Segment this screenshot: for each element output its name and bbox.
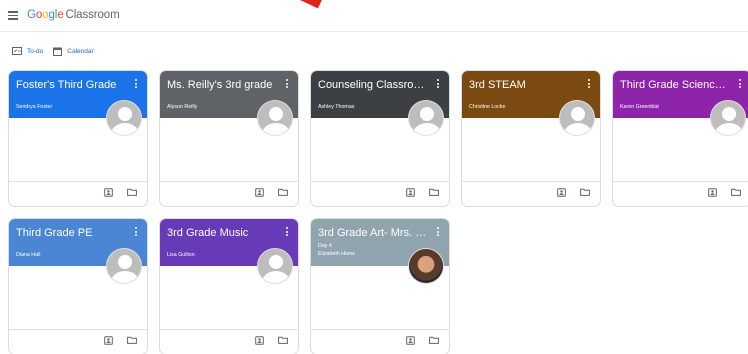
todo-link[interactable]: To-do <box>12 47 43 55</box>
class-card-title[interactable]: 3rd STEAM <box>469 79 579 91</box>
class-card-title[interactable]: Third Grade Science ... <box>620 79 730 91</box>
your-work-icon[interactable] <box>255 336 264 345</box>
teacher-avatar <box>257 248 293 284</box>
google-classroom-logo[interactable]: Google Classroom <box>27 9 120 21</box>
more-options-icon[interactable] <box>437 227 440 237</box>
folder-icon[interactable] <box>278 336 288 344</box>
card-actions <box>406 336 439 345</box>
folder-icon[interactable] <box>127 188 137 196</box>
more-options-icon[interactable] <box>286 227 289 237</box>
teacher-avatar <box>106 248 142 284</box>
class-card[interactable]: 3rd STEAM Christine Locke <box>461 70 601 207</box>
calendar-icon <box>53 47 63 56</box>
folder-icon[interactable] <box>127 336 137 344</box>
todo-label: To-do <box>27 47 44 55</box>
card-actions <box>557 188 590 197</box>
card-divider <box>311 181 449 182</box>
class-card-teacher: Elizabeth Hians <box>318 251 355 257</box>
your-work-icon[interactable] <box>104 336 113 345</box>
red-arrow-annotation <box>300 0 332 14</box>
more-options-icon[interactable] <box>739 79 742 89</box>
class-card[interactable]: Foster's Third Grade Seridrya Foster <box>8 70 148 207</box>
class-card[interactable]: Third Grade PE Diana Hall <box>8 218 148 354</box>
teacher-avatar <box>408 248 444 284</box>
teacher-avatar <box>257 100 293 136</box>
class-card[interactable]: Counseling Classroo... Ashley Thomas <box>310 70 450 207</box>
card-actions <box>406 188 439 197</box>
teacher-avatar <box>408 100 444 136</box>
calendar-link[interactable]: Calendar <box>53 47 94 56</box>
your-work-icon[interactable] <box>104 188 113 197</box>
your-work-icon[interactable] <box>406 188 415 197</box>
class-card[interactable]: 3rd Grade Music Lisa Gullion <box>159 218 299 354</box>
class-card-title[interactable]: Ms. Reilly's 3rd grade <box>167 79 277 91</box>
card-divider <box>311 329 449 330</box>
card-actions <box>104 188 137 197</box>
folder-icon[interactable] <box>580 188 590 196</box>
card-actions <box>255 188 288 197</box>
class-card-title[interactable]: Third Grade PE <box>16 227 126 239</box>
folder-icon[interactable] <box>429 336 439 344</box>
teacher-avatar <box>710 100 746 136</box>
card-actions <box>708 188 741 197</box>
card-divider <box>9 329 147 330</box>
card-actions <box>104 336 137 345</box>
main-menu-icon[interactable] <box>8 11 18 20</box>
teacher-avatar <box>559 100 595 136</box>
class-card-teacher: Alyson Reilly <box>167 104 198 110</box>
your-work-icon[interactable] <box>557 188 566 197</box>
your-work-icon[interactable] <box>708 188 717 197</box>
card-actions <box>255 336 288 345</box>
class-card-title[interactable]: 3rd Grade Music <box>167 227 277 239</box>
class-card-teacher: Diana Hall <box>16 252 41 258</box>
class-card-teacher: Karen Greenblat <box>620 104 659 110</box>
class-card-title[interactable]: Foster's Third Grade <box>16 79 126 91</box>
your-work-icon[interactable] <box>406 336 415 345</box>
class-card[interactable]: Ms. Reilly's 3rd grade Alyson Reilly <box>159 70 299 207</box>
card-divider <box>462 181 600 182</box>
more-options-icon[interactable] <box>588 79 591 89</box>
class-card[interactable]: 3rd Grade Art- Mrs. F... Day 4 Elizabeth… <box>310 218 450 354</box>
your-work-icon[interactable] <box>255 188 264 197</box>
class-card-title[interactable]: 3rd Grade Art- Mrs. F... <box>318 227 428 239</box>
class-card-teacher: Ashley Thomas <box>318 104 355 110</box>
top-app-bar: Google Classroom <box>0 0 748 32</box>
card-divider <box>160 329 298 330</box>
class-card-title[interactable]: Counseling Classroo... <box>318 79 428 91</box>
sub-navigation: To-do Calendar <box>12 45 94 57</box>
more-options-icon[interactable] <box>135 79 138 89</box>
more-options-icon[interactable] <box>437 79 440 89</box>
class-card[interactable]: Third Grade Science ... Karen Greenblat <box>612 70 748 207</box>
folder-icon[interactable] <box>731 188 741 196</box>
calendar-label: Calendar <box>67 47 94 55</box>
class-card-subtitle: Day 4 <box>318 243 332 249</box>
folder-icon[interactable] <box>429 188 439 196</box>
more-options-icon[interactable] <box>286 79 289 89</box>
card-divider <box>9 181 147 182</box>
folder-icon[interactable] <box>278 188 288 196</box>
card-divider <box>613 181 748 182</box>
class-card-teacher: Lisa Gullion <box>167 252 195 258</box>
class-card-teacher: Christine Locke <box>469 104 506 110</box>
todo-icon <box>12 47 22 55</box>
card-divider <box>160 181 298 182</box>
class-card-teacher: Seridrya Foster <box>16 104 53 110</box>
teacher-avatar <box>106 100 142 136</box>
more-options-icon[interactable] <box>135 227 138 237</box>
